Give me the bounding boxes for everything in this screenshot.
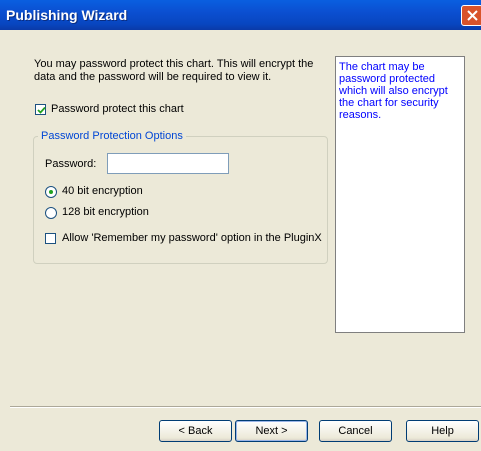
- close-icon: [467, 10, 478, 21]
- help-text: The chart may be password protected whic…: [339, 61, 448, 121]
- title-bar: Publishing Wizard: [0, 0, 481, 30]
- back-button[interactable]: < Back: [159, 420, 232, 442]
- protect-checkbox[interactable]: [35, 104, 46, 115]
- intro-line-1: You may password protect this chart. Thi…: [34, 58, 314, 70]
- intro-text: You may password protect this chart. Thi…: [34, 58, 324, 84]
- help-button[interactable]: Help: [406, 420, 479, 442]
- password-label: Password:: [45, 158, 97, 170]
- window-title: Publishing Wizard: [6, 7, 128, 23]
- checkmark-icon: [37, 106, 46, 114]
- radio-40-bit[interactable]: [45, 186, 57, 198]
- remember-password-label[interactable]: Allow 'Remember my password' option in t…: [62, 232, 322, 244]
- protect-label[interactable]: Password protect this chart: [51, 103, 184, 115]
- radio-128-bit-label[interactable]: 128 bit encryption: [62, 206, 149, 218]
- radio-128-bit[interactable]: [45, 207, 57, 219]
- close-button[interactable]: [461, 5, 481, 26]
- cancel-button[interactable]: Cancel: [319, 420, 392, 442]
- separator-highlight: [10, 407, 481, 408]
- password-field[interactable]: [107, 153, 229, 174]
- group-title: Password Protection Options: [38, 130, 186, 142]
- next-button[interactable]: Next >: [235, 420, 308, 442]
- remember-password-checkbox[interactable]: [45, 233, 56, 244]
- radio-40-bit-label[interactable]: 40 bit encryption: [62, 185, 143, 197]
- radio-selected-dot: [49, 190, 53, 194]
- intro-line-2: data and the password will be required t…: [34, 71, 272, 83]
- help-panel: The chart may be password protected whic…: [335, 56, 465, 333]
